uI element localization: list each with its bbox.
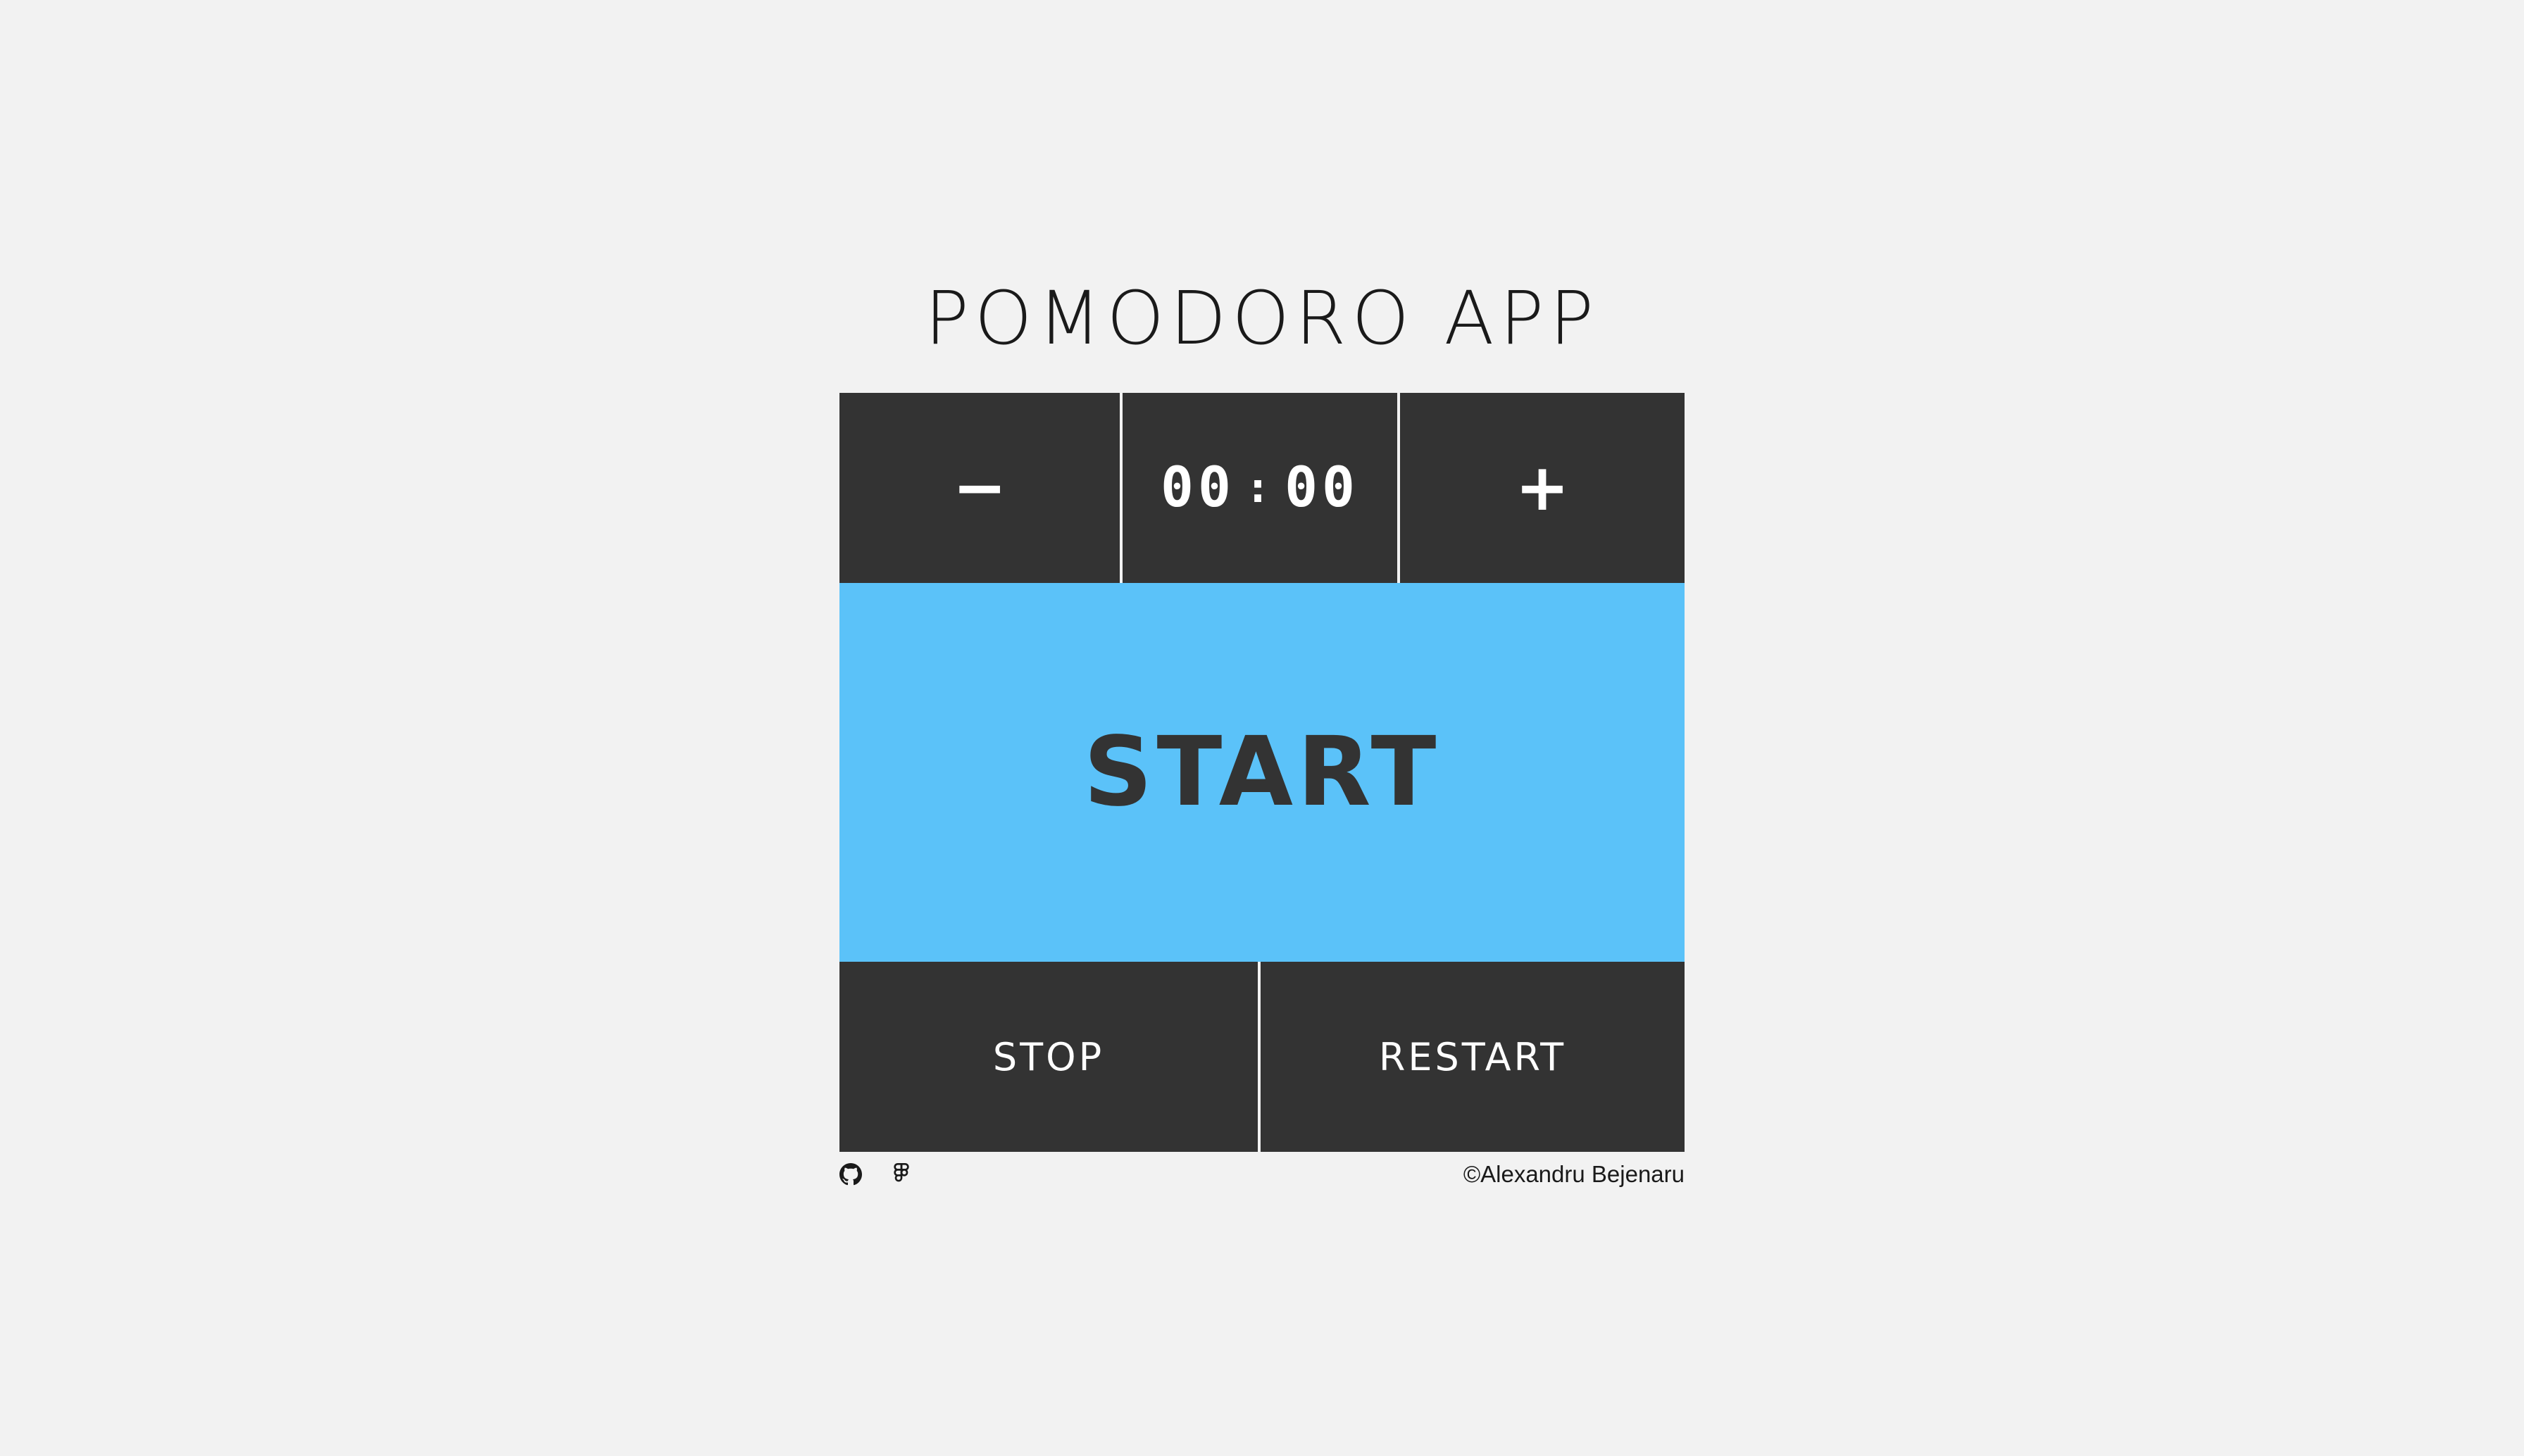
pomodoro-panel: − 00 : 00 + START STOP RESTART xyxy=(839,393,1685,1152)
page-title: POMODORO APP xyxy=(925,275,1599,361)
time-readout: 00 : 00 xyxy=(1161,456,1359,520)
minus-icon: − xyxy=(952,450,1007,525)
start-button[interactable]: START xyxy=(839,583,1685,962)
plus-icon: + xyxy=(1515,450,1570,525)
minutes-value: 00 xyxy=(1161,456,1235,520)
control-row: STOP RESTART xyxy=(839,962,1685,1152)
figma-icon[interactable] xyxy=(890,1163,913,1186)
stop-button-label: STOP xyxy=(992,1034,1105,1079)
restart-button-label: RESTART xyxy=(1378,1034,1567,1079)
time-separator: : xyxy=(1244,463,1275,513)
timer-display: 00 : 00 xyxy=(1123,393,1400,583)
decrement-button[interactable]: − xyxy=(839,393,1123,583)
increment-button[interactable]: + xyxy=(1400,393,1685,583)
restart-button[interactable]: RESTART xyxy=(1261,962,1685,1152)
timer-row: − 00 : 00 + xyxy=(839,393,1685,583)
github-icon[interactable] xyxy=(839,1163,862,1186)
seconds-value: 00 xyxy=(1285,456,1359,520)
stop-button[interactable]: STOP xyxy=(839,962,1261,1152)
footer: ©Alexandru Bejenaru xyxy=(839,1159,1685,1190)
start-button-label: START xyxy=(1083,717,1441,828)
copyright-credit: ©Alexandru Bejenaru xyxy=(1463,1161,1685,1187)
